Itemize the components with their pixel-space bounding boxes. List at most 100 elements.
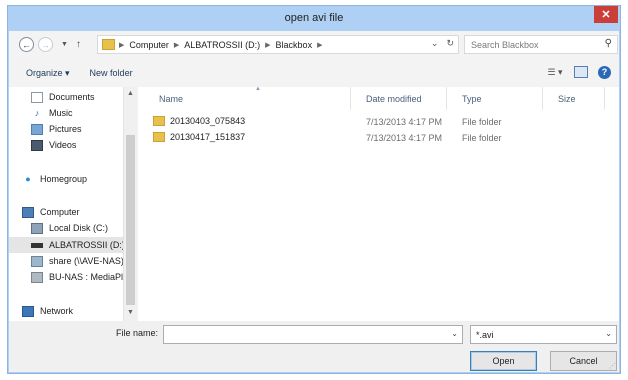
sidebar-item-label: Local Disk (C:): [49, 223, 109, 233]
command-bar: Organize ▾ New folder ☰ ▾ ?: [9, 62, 619, 84]
search-input[interactable]: Search Blackbox ⚲: [464, 35, 618, 54]
sidebar-item-label: Computer: [40, 207, 80, 217]
file-name-label: File name:: [116, 328, 159, 338]
navigation-pane: Documents ♪ Music Pictures Videos ● Home…: [9, 87, 137, 321]
address-bar[interactable]: ▶ Computer ▶ ALBATROSSII (D:) ▶ Blackbox…: [97, 35, 459, 54]
scroll-up-icon[interactable]: ▲: [127, 90, 134, 97]
file-type: File folder: [462, 133, 502, 143]
view-list-icon: ☰ ▾: [547, 66, 563, 77]
column-label: Size: [558, 93, 576, 104]
file-name-field[interactable]: ⌄: [163, 325, 463, 344]
address-history-dropdown[interactable]: ⌄: [431, 38, 439, 49]
forward-button[interactable]: →: [38, 37, 53, 52]
sidebar-item-pictures[interactable]: Pictures: [9, 121, 123, 137]
column-label: Type: [462, 93, 482, 104]
file-name: 20130403_075843: [170, 116, 246, 126]
file-type-value: *.avi: [476, 330, 494, 340]
sidebar-item-label: BU-NAS : MediaPlayer: [49, 272, 123, 282]
sidebar-item-label: Documents: [49, 92, 95, 102]
chevron-down-icon: ▼: [61, 41, 68, 48]
search-icon[interactable]: ⚲: [605, 38, 612, 49]
sidebar-item-albatrossii[interactable]: ALBATROSSII (D:): [9, 237, 123, 253]
sidebar-item-label: Music: [49, 108, 73, 118]
arrow-right-icon: →: [41, 39, 50, 50]
sidebar-item-music[interactable]: ♪ Music: [9, 105, 123, 121]
sidebar-item-local-disk[interactable]: Local Disk (C:): [9, 220, 123, 236]
close-icon: ✕: [601, 9, 611, 21]
sidebar-item-videos[interactable]: Videos: [9, 137, 123, 153]
view-controls: ☰ ▾ ?: [546, 65, 611, 79]
organize-button[interactable]: Organize ▾: [26, 68, 70, 79]
scroll-down-icon[interactable]: ▼: [127, 309, 134, 316]
preview-pane-button[interactable]: [574, 66, 588, 78]
network-drive-icon: [31, 255, 43, 267]
sidebar-item-label: Network: [40, 306, 74, 316]
drive-icon: [31, 242, 43, 248]
breadcrumb-drive[interactable]: ALBATROSSII (D:): [184, 40, 260, 50]
folder-icon: [153, 116, 165, 126]
up-button[interactable]: ↑: [76, 39, 81, 50]
sidebar-item-documents[interactable]: Documents: [9, 89, 123, 105]
sort-ascending-icon: ▲: [255, 86, 261, 92]
column-header-type[interactable]: Type: [447, 87, 543, 110]
documents-icon: [31, 91, 43, 103]
address-controls: ⌄ ↻: [431, 38, 454, 49]
network-icon: [22, 305, 34, 317]
chevron-down-icon: ⌄: [605, 329, 612, 338]
arrow-up-icon: ↑: [75, 39, 81, 50]
column-header-name[interactable]: Name ▲: [144, 86, 351, 110]
recent-locations-dropdown[interactable]: ▼: [61, 41, 68, 48]
navigation-scrollbar[interactable]: ▲ ▼: [123, 87, 137, 321]
search-placeholder: Search Blackbox: [471, 39, 539, 50]
chevron-right-icon: ▶: [173, 41, 180, 49]
homegroup-icon: ●: [25, 174, 31, 184]
sidebar-item-share[interactable]: share (\\AVE-NAS): [9, 253, 123, 269]
refresh-button[interactable]: ↻: [446, 38, 454, 49]
pictures-icon: [31, 123, 43, 135]
sidebar-item-homegroup[interactable]: ● Homegroup: [9, 171, 123, 187]
column-header-size[interactable]: Size: [543, 87, 605, 110]
file-date: 7/13/2013 4:17 PM: [366, 117, 443, 127]
chevron-right-icon: ▶: [317, 41, 323, 49]
dialog-body: ← → ▼ ↑ ▶ Computer ▶ ALBATROSSII (D:) ▶ …: [9, 31, 619, 372]
local-disk-icon: [31, 222, 43, 234]
music-icon: ♪: [34, 108, 40, 118]
column-label: Date modified: [366, 93, 422, 104]
chevron-down-icon: ⌄: [430, 38, 439, 48]
column-label: Name: [159, 93, 184, 104]
open-button[interactable]: Open: [470, 351, 537, 371]
sidebar-item-computer[interactable]: Computer: [9, 204, 123, 220]
scrollbar-thumb[interactable]: [126, 135, 135, 305]
refresh-icon: ↻: [446, 38, 454, 48]
file-date: 7/13/2013 4:17 PM: [366, 133, 443, 143]
breadcrumb-blackbox[interactable]: Blackbox: [276, 40, 313, 50]
dialog-title: open avi file: [284, 11, 344, 24]
navigation-bar: ← → ▼ ↑ ▶ Computer ▶ ALBATROSSII (D:) ▶ …: [9, 31, 619, 58]
folder-icon: [102, 39, 115, 50]
sidebar-item-label: Pictures: [49, 124, 82, 134]
column-header-date[interactable]: Date modified: [351, 87, 447, 110]
folder-icon: [153, 132, 165, 142]
file-type-select[interactable]: *.avi ⌄: [470, 325, 617, 344]
file-name: 20130417_151837: [170, 132, 246, 142]
back-button[interactable]: ←: [19, 37, 34, 52]
chevron-down-icon[interactable]: ⌄: [451, 329, 458, 338]
help-icon[interactable]: ?: [598, 65, 611, 79]
sidebar-item-label: Videos: [49, 140, 77, 150]
file-type: File folder: [462, 117, 502, 127]
sidebar-item-label: ALBATROSSII (D:): [49, 240, 123, 250]
file-list: Name ▲ Date modified Type Size 20130403_…: [138, 86, 619, 321]
resize-grip-icon[interactable]: ⋰: [609, 362, 616, 370]
close-button[interactable]: ✕: [594, 6, 618, 23]
breadcrumb-computer[interactable]: Computer: [129, 40, 169, 50]
arrow-left-icon: ←: [22, 39, 31, 50]
cancel-button[interactable]: Cancel: [550, 351, 617, 371]
dialog-window: open avi file ✕ ← → ▼ ↑ ▶ Computer ▶ ALB…: [7, 5, 621, 374]
sidebar-item-network[interactable]: Network: [9, 303, 123, 319]
sidebar-item-bu-nas[interactable]: BU-NAS : MediaPlayer: [9, 269, 123, 285]
dialog-footer: File name: ⌄ *.avi ⌄ Open Cancel ⋰: [9, 321, 619, 372]
sidebar-item-label: share (\\AVE-NAS): [49, 256, 123, 266]
new-folder-button[interactable]: New folder: [90, 68, 133, 78]
sidebar-item-label: Homegroup: [40, 174, 88, 184]
change-view-button[interactable]: ☰ ▾: [546, 65, 564, 79]
